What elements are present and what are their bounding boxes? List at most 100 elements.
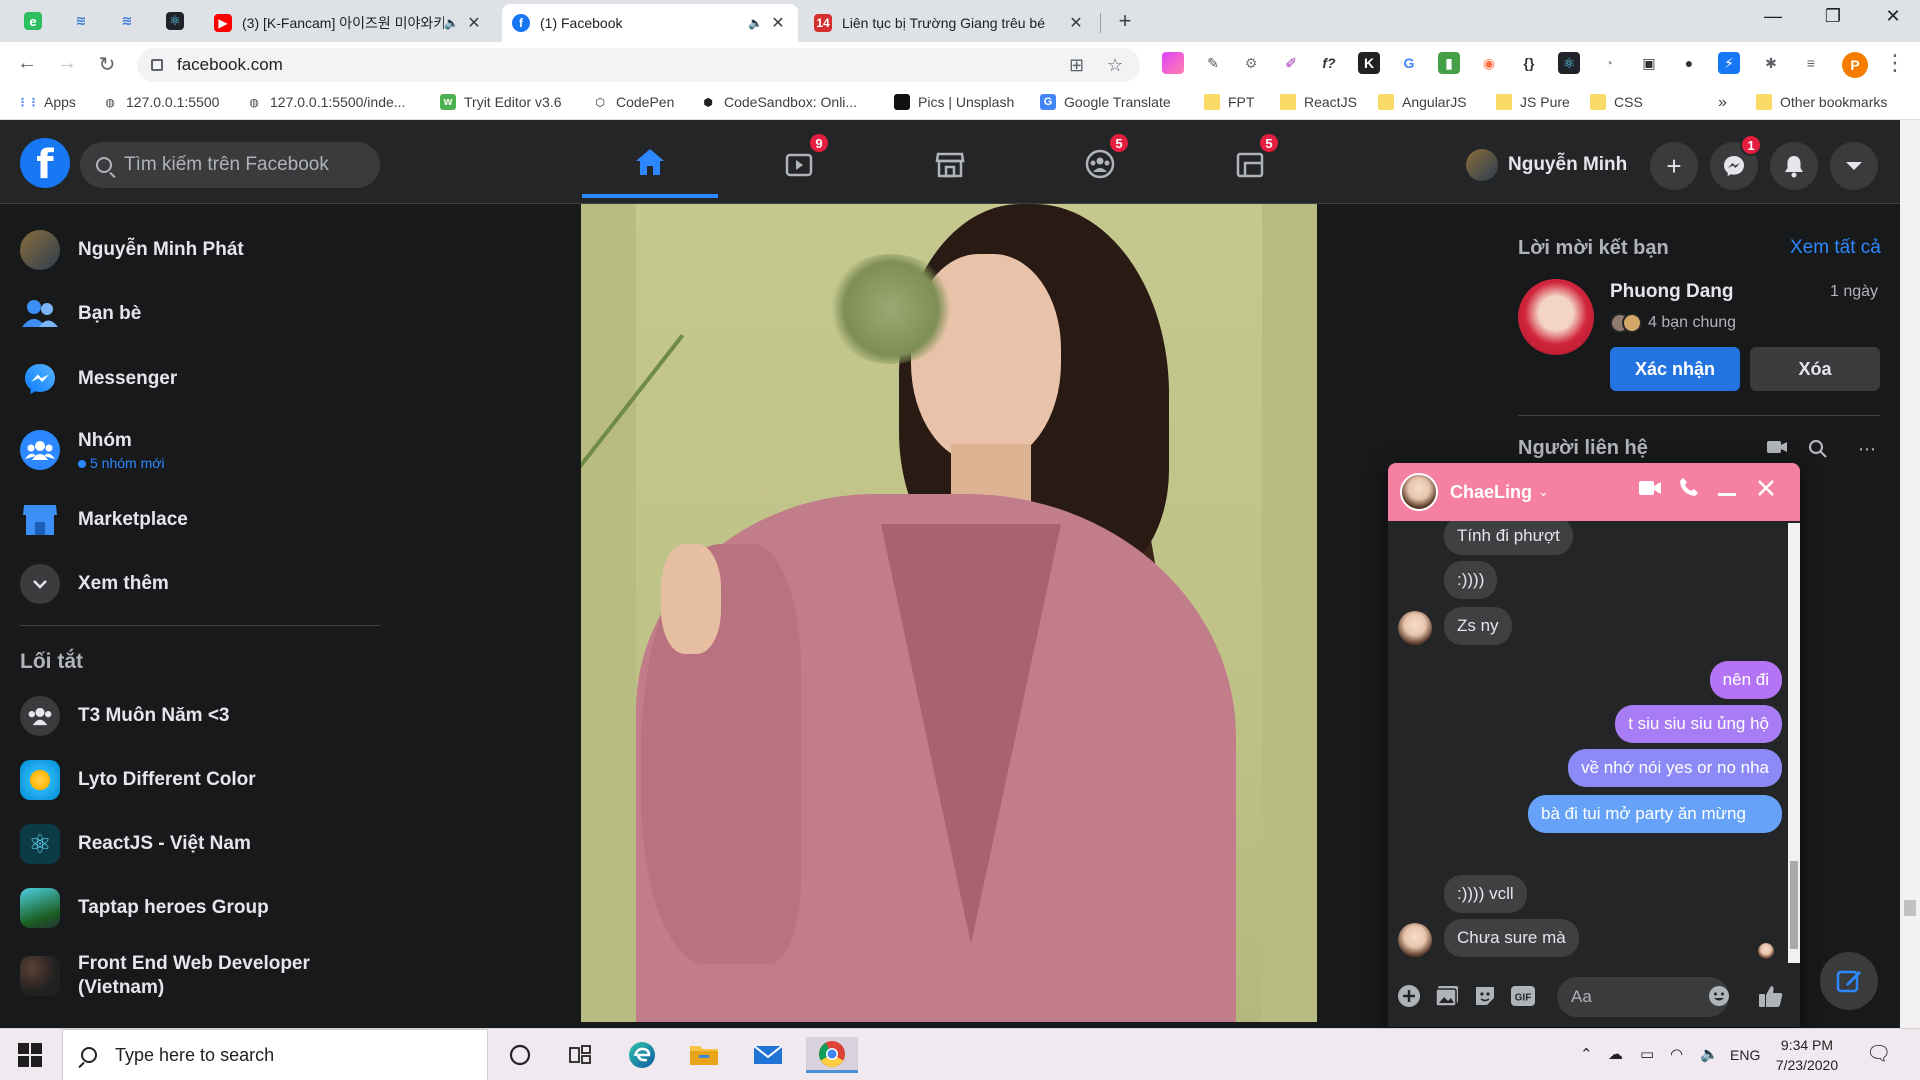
new-room-icon[interactable] <box>1766 439 1788 460</box>
nav-tab-home[interactable] <box>582 130 718 198</box>
bookmark-folder-css[interactable]: CSS <box>1590 94 1643 110</box>
glasses-extension-icon[interactable]: ▣ <box>1638 52 1660 74</box>
gear-extension-icon[interactable]: ⚙ <box>1240 52 1262 74</box>
plus-circle-icon[interactable] <box>1396 983 1422 1009</box>
pinned-tab-1[interactable]: ≋ <box>62 6 100 36</box>
volume-icon[interactable]: 🔈 <box>1700 1045 1719 1063</box>
minimize-button[interactable]: — <box>1758 6 1788 27</box>
shortcut-item[interactable]: Lyto Different Color <box>8 751 378 809</box>
sticker-icon[interactable] <box>1472 983 1498 1009</box>
phone-icon[interactable] <box>1675 477 1703 503</box>
search-input[interactable] <box>124 154 354 176</box>
github-extension-icon[interactable]: ● <box>1678 52 1700 74</box>
onedrive-icon[interactable]: ☁ <box>1608 1045 1623 1063</box>
close-chat-icon[interactable] <box>1752 477 1780 503</box>
speaker-icon[interactable]: 🔈 <box>748 16 768 30</box>
accept-button[interactable]: Xác nhận <box>1610 347 1740 391</box>
message-bubble[interactable]: :)))) <box>1444 561 1498 599</box>
new-tab-button[interactable]: + <box>1112 8 1138 34</box>
address-bar[interactable]: facebook.com ⊞ ☆ <box>137 48 1140 82</box>
wifi-icon[interactable]: ◠ <box>1670 1045 1683 1063</box>
bookmark-folder-angularjs[interactable]: AngularJS <box>1378 94 1467 110</box>
shortcut-item[interactable]: Front End Web Developer (Vietnam) <box>8 943 378 1009</box>
search-icon[interactable] <box>1808 439 1828 464</box>
puzzle-extensions-icon[interactable]: ✱ <box>1760 52 1782 74</box>
nav-tab-marketplace[interactable] <box>882 130 1018 198</box>
bookmark-tryit[interactable]: w Tryit Editor v3.6 <box>440 94 562 110</box>
bookmark-localhost[interactable]: ◍ 127.0.0.1:5500 <box>102 94 219 110</box>
nav-tab-gaming[interactable]: 5 <box>1182 130 1318 198</box>
scroll-thumb[interactable] <box>1790 861 1798 949</box>
bookmark-google-translate[interactable]: G Google Translate <box>1040 94 1171 110</box>
other-bookmarks[interactable]: Other bookmarks <box>1756 94 1887 110</box>
battery-icon[interactable]: ▭ <box>1640 1045 1654 1063</box>
notifications-button[interactable] <box>1770 142 1818 190</box>
bookmark-star-icon[interactable]: ☆ <box>1107 55 1123 76</box>
google-translate-extension-icon[interactable]: G <box>1398 52 1420 74</box>
emoji-icon[interactable] <box>1706 983 1732 1009</box>
bookmark-codesandbox[interactable]: ⬢ CodeSandbox: Onli... <box>700 94 857 110</box>
more-options-icon[interactable]: ⋯ <box>1858 439 1876 460</box>
pinned-tab-evernote[interactable]: e <box>14 6 52 36</box>
bookmark-folder-fpt[interactable]: FPT <box>1204 94 1254 110</box>
pen-extension-icon[interactable]: ✐ <box>1280 52 1302 74</box>
messenger-button[interactable]: 1 <box>1710 134 1762 190</box>
message-bubble[interactable]: về nhớ nói yes or no nha <box>1568 749 1782 787</box>
thumbs-up-icon[interactable] <box>1758 983 1784 1009</box>
sidebar-item-marketplace[interactable]: Marketplace <box>8 491 378 549</box>
facebook-logo[interactable]: f <box>20 138 70 188</box>
excel-extension-icon[interactable]: ▮ <box>1438 52 1460 74</box>
mail-icon[interactable] <box>748 1037 788 1073</box>
language-indicator[interactable]: ENG <box>1730 1047 1760 1063</box>
nav-tab-watch[interactable]: 9 <box>732 130 868 198</box>
video-call-icon[interactable] <box>1636 477 1664 503</box>
edge-icon[interactable] <box>622 1037 662 1073</box>
message-bubble[interactable]: Zs ny <box>1444 607 1512 645</box>
message-bubble[interactable]: Tính đi phượt <box>1444 521 1573 555</box>
k-extension-icon[interactable]: K <box>1358 52 1380 74</box>
account-menu-button[interactable] <box>1830 142 1878 190</box>
chat-contact-name[interactable]: ChaeLing <box>1450 482 1532 503</box>
browser-profile-avatar[interactable]: P <box>1842 52 1868 78</box>
photo-icon[interactable] <box>1434 983 1460 1009</box>
clock-extension-icon[interactable]: ◔ <box>1598 52 1620 74</box>
chat-messages[interactable]: Tính đi phượt :)))) Zs ny nên đi t siu s… <box>1388 521 1788 963</box>
windows-start-icon[interactable] <box>18 1043 42 1067</box>
gif-icon[interactable]: GIF <box>1510 983 1536 1009</box>
bookmark-codepen[interactable]: ⬡ CodePen <box>592 94 674 110</box>
bookmark-localhost-index[interactable]: ◍ 127.0.0.1:5500/inde... <box>246 94 405 110</box>
task-view-icon[interactable] <box>560 1037 600 1073</box>
message-bubble[interactable]: Chưa sure mà <box>1444 919 1579 957</box>
react-devtools-icon[interactable]: ⚛ <box>1558 52 1580 74</box>
pinned-tab-react[interactable]: ⚛ <box>156 6 194 36</box>
taskbar-clock[interactable]: 9:34 PM 7/23/2020 <box>1762 1035 1852 1075</box>
fx-extension-icon[interactable]: f? <box>1318 52 1340 74</box>
mutual-friends[interactable]: 4 bạn chung <box>1610 313 1736 333</box>
bookmarks-overflow-button[interactable]: » <box>1718 94 1727 112</box>
shortcut-item[interactable]: ⚛ ReactJS - Việt Nam <box>8 815 378 873</box>
code-extension-icon[interactable]: {} <box>1518 52 1540 74</box>
message-bubble[interactable]: bà đi tui mở party ăn mừng <box>1528 795 1782 833</box>
bookmark-unsplash[interactable]: Pics | Unsplash <box>894 94 1014 110</box>
tab-news[interactable]: 14 Liên tục bị Trường Giang trêu bé ✕ <box>804 4 1096 42</box>
request-name[interactable]: Phuong Dang <box>1610 281 1733 303</box>
shortcut-item[interactable]: T3 Muôn Năm <3 <box>8 687 378 745</box>
bookmark-folder-jspure[interactable]: JS Pure <box>1496 94 1570 110</box>
browser-menu-icon[interactable]: ⋮ <box>1884 50 1906 76</box>
pinned-tab-2[interactable]: ≋ <box>108 6 146 36</box>
delete-button[interactable]: Xóa <box>1750 347 1880 391</box>
story-photo[interactable] <box>581 204 1317 1022</box>
bookmark-folder-reactjs[interactable]: ReactJS <box>1280 94 1357 110</box>
close-tab-icon[interactable]: ✕ <box>464 13 484 33</box>
message-input[interactable] <box>1557 977 1729 1017</box>
see-all-link[interactable]: Xem tất cả <box>1790 237 1881 259</box>
nav-tab-groups[interactable]: 5 <box>1032 130 1168 198</box>
avatar[interactable] <box>1400 473 1438 511</box>
cortana-icon[interactable] <box>500 1037 540 1073</box>
sidebar-item-messenger[interactable]: Messenger <box>8 350 378 408</box>
messenger-extension-icon[interactable]: ⚡ <box>1718 52 1740 74</box>
forward-button[interactable]: → <box>54 52 80 75</box>
sidebar-item-profile[interactable]: Nguyễn Minh Phát <box>8 221 378 279</box>
sidebar-item-friends[interactable]: Bạn bè <box>8 285 378 343</box>
page-scrollbar[interactable] <box>1900 120 1920 1028</box>
